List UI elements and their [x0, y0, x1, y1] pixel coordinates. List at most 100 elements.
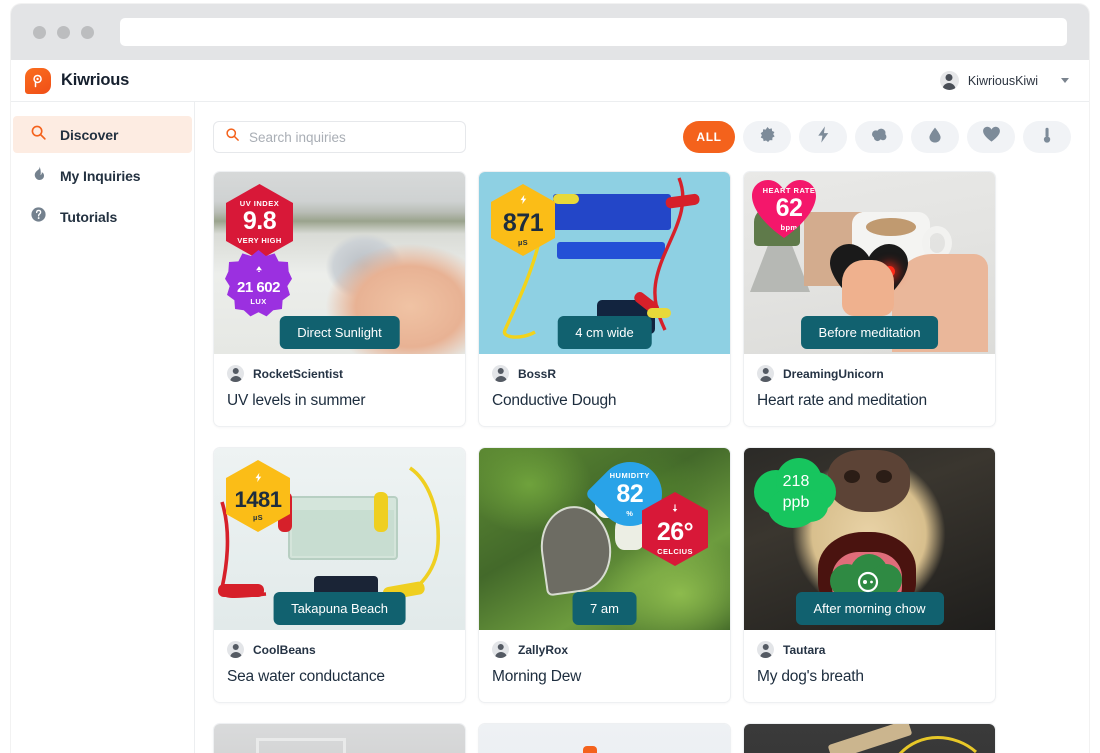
card-author-name: RocketScientist [253, 366, 344, 381]
sidebar-item-discover[interactable]: Discover [13, 116, 192, 153]
inquiry-card[interactable] [743, 723, 996, 753]
main-content: ALL [195, 102, 1089, 753]
card-image [744, 724, 995, 753]
inquiry-card[interactable] [478, 723, 731, 753]
window-controls [33, 25, 94, 39]
brand-name: Kiwrious [61, 71, 130, 89]
badge-label: HUMIDITY [609, 470, 651, 480]
badge-unit: µS [517, 238, 529, 248]
sidebar-item-label: My Inquiries [60, 167, 141, 184]
url-bar[interactable] [120, 18, 1067, 46]
card-image: HUMIDITY 82 % 26° CELCIUS 7 am [479, 448, 730, 630]
card-image: 871 µS 4 cm wide [479, 172, 730, 354]
filter-pill-uv[interactable] [743, 121, 791, 153]
badge-unit: VERY HIGH [237, 236, 282, 245]
sidebar-item-my-inquiries[interactable]: My Inquiries [13, 157, 192, 194]
card-caption: 4 cm wide [557, 316, 652, 349]
inquiry-card[interactable]: HEART RATE 62 bpm Before meditation Drea… [743, 171, 996, 427]
card-caption: Takapuna Beach [273, 592, 406, 625]
sidebar-item-label: Tutorials [60, 208, 118, 225]
filter-pill-voc[interactable] [855, 121, 903, 153]
badge-voc: 218 ppb [750, 454, 842, 534]
card-footer: RocketScientist UV levels in summer [214, 354, 465, 426]
sun-icon [758, 125, 777, 149]
kiwrious-logo-icon [25, 67, 51, 94]
search-input[interactable] [249, 129, 454, 145]
filter-pill-temperature[interactable] [1023, 121, 1071, 153]
card-title: Sea water conductance [227, 668, 385, 685]
filter-pill-heart-rate[interactable] [967, 121, 1015, 153]
window-minimize-dot[interactable] [57, 25, 70, 39]
badge-value: 82 [616, 479, 644, 507]
avatar [227, 365, 244, 382]
toolbar: ALL [213, 120, 1071, 154]
brand[interactable]: Kiwrious [17, 67, 130, 94]
filter-pill-all[interactable]: ALL [683, 121, 735, 153]
card-footer: CoolBeans Sea water conductance [214, 630, 465, 702]
user-menu[interactable]: KiwriousKiwi [939, 71, 1071, 90]
badge-value: 9.8 [242, 207, 277, 235]
badge-value: 21 602 [237, 278, 280, 296]
avatar [757, 641, 774, 658]
filter-pill-group: ALL [683, 121, 1071, 153]
card-title: Conductive Dough [492, 392, 617, 409]
badge-unit: LUX [250, 296, 267, 306]
voc-icon [857, 571, 879, 593]
search-icon [225, 127, 240, 147]
avatar [939, 71, 959, 90]
badge-unit: ppb [782, 493, 810, 511]
card-author-name: CoolBeans [253, 642, 316, 657]
cloud-icon [869, 125, 889, 150]
card-author-name: Tautara [783, 642, 826, 657]
user-name: KiwriousKiwi [967, 73, 1038, 88]
badge-value: 218 [782, 472, 810, 490]
chevron-down-icon[interactable] [1061, 78, 1069, 83]
card-title: Morning Dew [492, 668, 582, 685]
card-footer: BossR Conductive Dough [479, 354, 730, 426]
sidebar: Discover My Inquiries Tutorials [11, 102, 195, 753]
badge-value: 26° [656, 518, 694, 547]
inquiry-card[interactable]: 871 µS 4 cm wide BossR Conductive Dough [478, 171, 731, 427]
inquiry-card[interactable] [213, 723, 466, 753]
flame-icon [30, 165, 47, 187]
inquiry-card-grid: UV INDEX 9.8 VERY HIGH 21 602 LUX Direct… [213, 171, 1071, 753]
card-image: 1481 µS Takapuna Beach [214, 448, 465, 630]
badge-unit: % [626, 508, 634, 517]
inquiry-card[interactable]: HUMIDITY 82 % 26° CELCIUS 7 am ZallyRox … [478, 447, 731, 703]
card-title: UV levels in summer [227, 392, 366, 409]
browser-window: Kiwrious KiwriousKiwi Discover My Inquir… [11, 4, 1089, 753]
card-author: RocketScientist [227, 365, 452, 382]
card-caption: Direct Sunlight [279, 316, 400, 349]
avatar [227, 641, 244, 658]
filter-pill-conductivity[interactable] [799, 121, 847, 153]
card-author: DreamingUnicorn [757, 365, 982, 382]
card-image [479, 724, 730, 753]
card-author-name: BossR [518, 366, 557, 381]
lightning-bolt-icon [253, 471, 264, 487]
thermometer-icon [670, 502, 680, 518]
inquiry-card[interactable]: 1481 µS Takapuna Beach CoolBeans Sea wat… [213, 447, 466, 703]
card-image: HEART RATE 62 bpm Before meditation [744, 172, 995, 354]
window-maximize-dot[interactable] [81, 25, 94, 39]
lightning-bolt-icon [518, 193, 529, 209]
card-footer: DreamingUnicorn Heart rate and meditatio… [744, 354, 995, 426]
lux-lamp-icon [254, 262, 264, 278]
thermometer-icon [1038, 126, 1056, 149]
search-icon [30, 124, 47, 146]
search-box[interactable] [213, 121, 466, 153]
card-footer: Tautara My dog's breath [744, 630, 995, 702]
sidebar-item-tutorials[interactable]: Tutorials [13, 198, 192, 235]
inquiry-card[interactable]: 218 ppb After morning chow Tautara My do… [743, 447, 996, 703]
card-footer: ZallyRox Morning Dew [479, 630, 730, 702]
water-drop-icon [926, 126, 944, 149]
filter-pill-humidity[interactable] [911, 121, 959, 153]
card-image [214, 724, 465, 753]
card-author: CoolBeans [227, 641, 452, 658]
card-title: My dog's breath [757, 668, 864, 685]
question-circle-icon [30, 206, 47, 228]
inquiry-card[interactable]: UV INDEX 9.8 VERY HIGH 21 602 LUX Direct… [213, 171, 466, 427]
badge-value: 1481 [234, 486, 282, 512]
window-close-dot[interactable] [33, 25, 46, 39]
card-author: ZallyRox [492, 641, 717, 658]
app-body: Discover My Inquiries Tutorials Search i… [11, 102, 1089, 753]
